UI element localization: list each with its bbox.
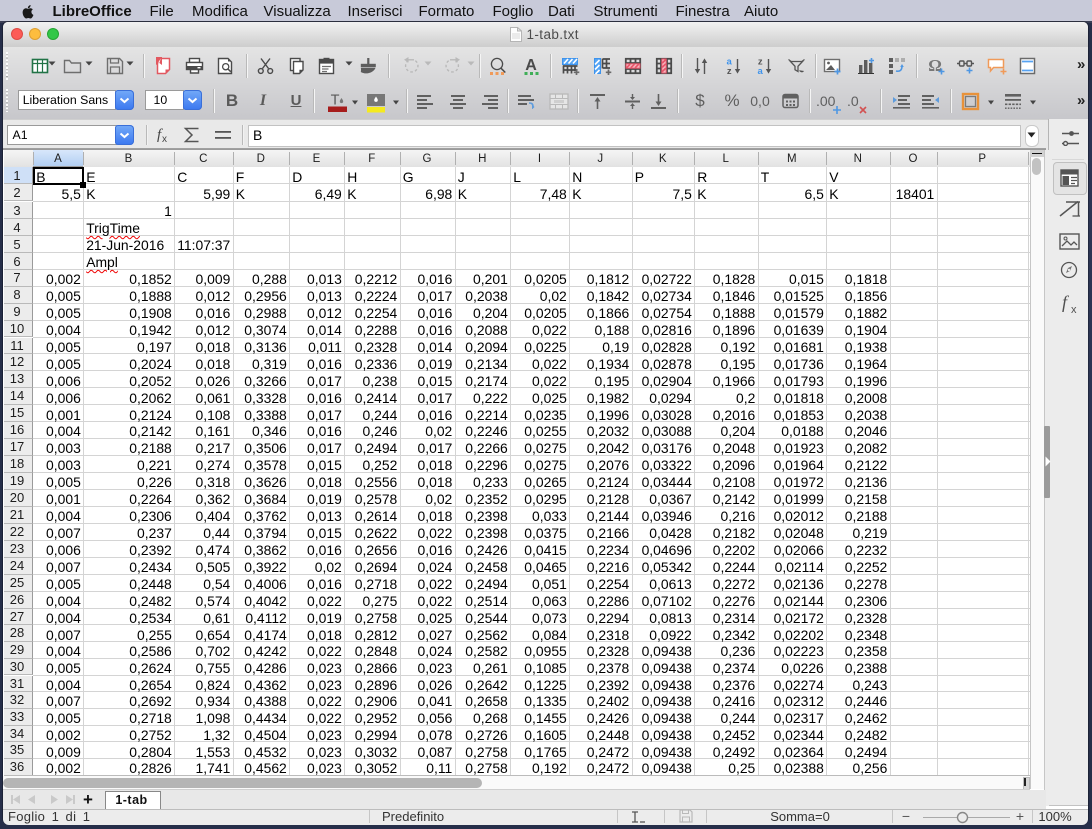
svg-text:Ω: Ω bbox=[928, 57, 942, 75]
svg-text:x: x bbox=[162, 134, 167, 144]
svg-text:f: f bbox=[1062, 294, 1070, 312]
svg-text:T: T bbox=[330, 93, 339, 109]
svg-text:a: a bbox=[757, 66, 763, 75]
svg-text:A: A bbox=[525, 57, 537, 74]
svg-text:z: z bbox=[727, 66, 732, 75]
svg-text:x: x bbox=[1071, 304, 1077, 314]
